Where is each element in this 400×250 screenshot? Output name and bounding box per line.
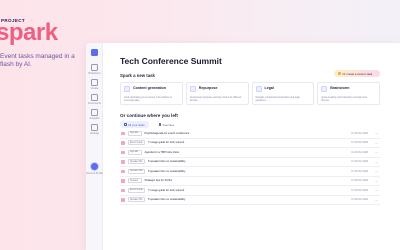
card-legal[interactable]: Legal Navigate contractual complexities …: [251, 82, 315, 105]
table-row[interactable]: Speaker Bio 5 speaker bios on sustainabi…: [120, 167, 380, 177]
task-title: 5 speaker bios on sustainability: [148, 198, 186, 202]
sidebar-item-brainstorm[interactable]: Brainstorm: [86, 64, 103, 75]
sidebar-item-analytics[interactable]: Analytics: [86, 109, 103, 120]
app-window: Brainstorm Create Documents Analytics Se…: [86, 43, 400, 250]
document-icon: [91, 94, 98, 101]
sidebar-item-create[interactable]: Create: [86, 79, 103, 90]
task-list: Agenda Prepfishagenda for a tech confere…: [120, 129, 380, 205]
task-title: T usage guide for tech summit: [148, 188, 185, 192]
avatar: [90, 162, 99, 171]
spark-heading: Spark a new task: [120, 73, 155, 78]
task-date: Fri 26 Oct 2023: [351, 141, 368, 145]
task-date: Fri 26 Oct 2023: [351, 198, 368, 202]
task-type-badge: Event Guide: [127, 140, 146, 146]
grid-icon: [124, 123, 127, 126]
task-title: Prepfishagenda for a tech conference: [144, 131, 190, 135]
document-icon: [121, 141, 125, 145]
task-type-badge: Speaker Bio: [127, 159, 146, 165]
tab-favorites[interactable]: Favorites: [155, 121, 179, 128]
home-icon: [91, 49, 98, 56]
task-cards: Content generation Craft captivating eve…: [120, 82, 380, 105]
card-repurpose[interactable]: Repurpose Seamlessly repurpose existing …: [185, 82, 249, 105]
brand-logo: spark: [0, 19, 58, 46]
task-type-badge: Speaker Bio: [127, 168, 146, 174]
document-icon: [121, 150, 125, 154]
document-icon: [121, 131, 125, 135]
document-icon: [124, 86, 130, 92]
task-date: Fri 26 Oct 2023: [351, 150, 368, 154]
card-desc: Craft captivating event content, from ta…: [124, 97, 173, 102]
page-title: Tech Conference Summit: [120, 56, 222, 66]
task-title: Agenda for a TBP ticks show: [144, 150, 179, 154]
table-row[interactable]: Agenda Prepfishagenda for a tech confere…: [120, 129, 380, 139]
card-title: Legal: [264, 86, 274, 90]
tab-all-tasks[interactable]: All your tasks: [120, 121, 149, 128]
sidebar-item-settings[interactable]: Settings: [86, 124, 103, 135]
bulb-icon: [91, 64, 98, 71]
table-row[interactable]: Event Guide T usage guide for tech summi…: [120, 139, 380, 148]
card-title: Repurpose: [198, 86, 218, 90]
custom-task-button[interactable]: Or create a custom task: [334, 70, 380, 77]
task-date: Fri 26 Oct 2023: [351, 169, 368, 173]
document-icon: [121, 198, 125, 202]
task-title: T usage guide for tech summit: [148, 141, 185, 145]
card-desc: Navigate contractual complexities and le…: [255, 97, 300, 102]
task-type-badge: Speaker Bio: [127, 197, 146, 203]
task-title: 5 speaker bios on sustainability: [148, 169, 186, 173]
more-icon[interactable]: ⋯: [375, 141, 378, 145]
task-date: Fri 26 Oct 2023: [351, 179, 368, 183]
more-icon[interactable]: ⋯: [375, 198, 378, 202]
scale-icon: [255, 86, 262, 92]
document-icon: [121, 188, 125, 192]
task-title: Strategic tips for SCSA: [144, 179, 172, 183]
table-row[interactable]: Speaker Bio 5 speaker bios on sustainabi…: [120, 158, 380, 167]
gear-icon: [91, 124, 98, 131]
sidebar-rail: Brainstorm Create Documents Analytics Se…: [86, 43, 103, 250]
sidebar-account[interactable]: Account Profile: [86, 162, 103, 175]
document-icon: [121, 179, 125, 183]
table-row[interactable]: Speaker Bio 5 speaker bios on sustainabi…: [120, 196, 380, 205]
task-type-badge: Event Guide: [127, 187, 146, 193]
heart-icon: [158, 123, 162, 126]
pencil-icon: [91, 79, 98, 86]
refresh-icon: [189, 86, 196, 92]
hero: PROJECT spark Event tasks managed in a f…: [0, 18, 76, 69]
task-date: Fri 26 Oct 2023: [351, 131, 368, 135]
more-icon[interactable]: ⋯: [375, 160, 378, 164]
custom-task-label: Or create a custom task: [342, 71, 373, 76]
sidebar-item-documents[interactable]: Documents: [86, 94, 103, 105]
more-icon[interactable]: ⋯: [375, 188, 378, 192]
task-tabs: All your tasks Favorites: [120, 121, 178, 128]
more-icon[interactable]: ⋯: [375, 150, 378, 154]
star-icon: [338, 72, 341, 75]
bulb-icon: [321, 86, 328, 92]
more-icon[interactable]: ⋯: [375, 131, 378, 135]
continue-heading: Or continue where you left: [120, 113, 178, 118]
card-title: Content generation: [133, 86, 166, 90]
table-row[interactable]: Agenda Agenda for a TBP ticks show Fri 2…: [120, 148, 380, 158]
task-date: Fri 26 Oct 2023: [351, 188, 368, 192]
task-date: Fri 26 Oct 2023: [351, 160, 368, 164]
sidebar-item-home[interactable]: [86, 49, 103, 57]
more-icon[interactable]: ⋯: [375, 179, 378, 183]
table-row[interactable]: Session Strategic tips for SCSA Fri 26 O…: [120, 177, 380, 186]
task-type-badge: Agenda: [127, 130, 142, 136]
card-title: Brainstorm: [330, 86, 350, 90]
card-content-generation[interactable]: Content generation Craft captivating eve…: [120, 82, 183, 105]
chart-icon: [91, 109, 98, 116]
document-icon: [121, 160, 125, 164]
more-icon[interactable]: ⋯: [375, 169, 378, 173]
card-desc: Ignite creativity and brainstorm concept…: [321, 97, 367, 102]
card-desc: Seamlessly repurpose existing content fo…: [189, 97, 242, 102]
hero-tagline: Event tasks managed in a flash by AI.: [0, 53, 75, 68]
task-title: 5 speaker bios on sustainability: [148, 160, 186, 164]
task-type-badge: Session: [127, 178, 142, 184]
document-icon: [121, 169, 125, 173]
card-brainstorm[interactable]: Brainstorm Ignite creativity and brainst…: [317, 82, 380, 105]
task-type-badge: Agenda: [127, 149, 142, 155]
table-row[interactable]: Event Guide T usage guide for tech summi…: [120, 186, 380, 196]
